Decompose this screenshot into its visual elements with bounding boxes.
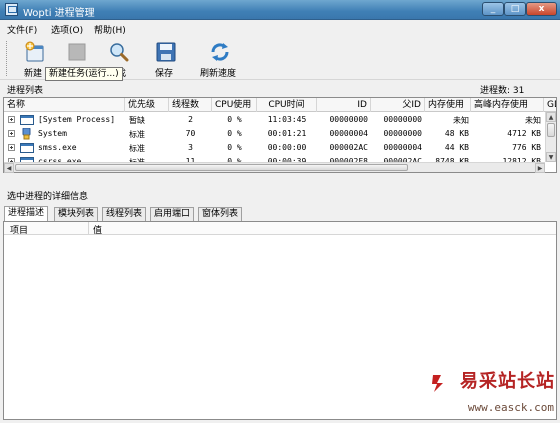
cell-cpu-time: 11:03:45 [267,115,307,124]
process-window-icon [20,115,34,125]
col-value[interactable]: 值 [93,223,102,236]
tab-process-description[interactable]: 进程描述 [4,206,49,222]
cell-threads: 2 [188,115,193,124]
system-process-icon [22,128,31,140]
close-button[interactable]: x [526,2,557,16]
vertical-scrollbar[interactable]: ▲ ▼ [545,112,556,162]
expand-icon[interactable] [8,116,15,123]
col-priority[interactable]: 优先级 [125,98,169,112]
tab-thread-list[interactable]: 线程列表 [102,207,147,221]
cell-mem: 44 KB [444,143,469,152]
cell-cpu: 0 % [227,115,242,124]
cell-name: smss.exe [38,143,77,152]
cell-mem: 48 KB [444,129,469,138]
menu-file[interactable]: 文件(F) [7,23,37,36]
col-gdi[interactable]: GD [544,98,556,112]
cell-peak-mem: 4712 KB [507,129,541,138]
col-name[interactable]: 名称 [4,98,125,112]
col-parent-id[interactable]: 父ID [371,98,425,112]
cell-threads: 70 [185,129,196,138]
process-window-icon [20,143,34,153]
toolbar: 新建 结束 查找 保存 刷新速度 新建任务(运行...) [0,37,560,81]
cell-id: 00000004 [329,129,368,138]
refresh-speed-label: 刷新速度 [199,69,236,79]
expand-icon[interactable] [8,130,15,137]
refresh-speed-button[interactable]: 刷新速度 [199,39,237,79]
maximize-button[interactable]: □ [504,2,526,16]
expand-icon[interactable] [8,144,15,151]
col-peak-mem[interactable]: 高峰内存使用 [471,98,544,112]
col-cpu[interactable]: CPU使用 [212,98,257,112]
cell-parent-id: 00000000 [383,129,422,138]
scroll-up-arrow[interactable]: ▲ [546,112,556,122]
table-row[interactable]: smss.exe 标准 3 0 % 00:00:00 000002AC 0000… [4,141,544,155]
cell-peak-mem: 未知 [525,116,541,125]
scroll-down-arrow[interactable]: ▼ [546,152,556,162]
window-title: Wopti 进程管理 [23,8,95,19]
cell-parent-id: 00000000 [383,115,422,124]
title-bar: Wopti 进程管理 _ □ x [0,0,560,20]
col-mem[interactable]: 内存使用 [425,98,471,112]
details-title: 选中进程的详细信息 [7,192,89,202]
watermark: 易采站长站 www.easck.com [431,365,558,421]
cell-threads: 3 [188,143,193,152]
horizontal-scrollbar[interactable]: ◀ ▶ [4,162,545,173]
cell-cpu: 0 % [227,129,242,138]
save-label: 保存 [154,69,173,79]
scroll-left-arrow[interactable]: ◀ [4,163,14,173]
tab-open-ports[interactable]: 启用端口 [150,207,195,221]
refresh-icon [211,43,229,61]
cell-name: System [38,129,67,138]
save-icon [156,42,176,62]
cell-id: 000002AC [329,143,368,152]
tab-window-list[interactable]: 窗体列表 [198,207,243,221]
column-divider[interactable] [88,222,89,235]
end-task-icon [68,43,86,61]
cell-priority: 暂缺 [129,116,145,125]
table-row[interactable]: System 标准 70 0 % 00:01:21 00000004 00000… [4,127,544,141]
search-icon [110,43,129,62]
scroll-right-arrow[interactable]: ▶ [535,163,545,173]
process-count: 进程数: 31 [480,86,525,96]
process-table-header: 名称 优先级 线程数 CPU使用 CPU时间 ID 父ID 内存使用 高峰内存使… [4,98,556,112]
app-icon [5,3,18,16]
detail-tabs: 进程描述 模块列表 线程列表 启用端口 窗体列表 [3,206,557,222]
process-list-title: 进程列表 [7,86,44,96]
details-header: 选中进程的详细信息 [0,187,560,202]
process-table[interactable]: 名称 优先级 线程数 CPU使用 CPU时间 ID 父ID 内存使用 高峰内存使… [3,97,557,173]
cell-peak-mem: 776 KB [512,143,541,152]
watermark-text: 易采站长站 [460,371,555,392]
cell-priority: 标准 [129,130,145,139]
watermark-url: www.easck.com [467,401,554,414]
new-task-icon [25,41,44,62]
cell-parent-id: 00000004 [383,143,422,152]
watermark-logo-icon [432,375,443,392]
vertical-scroll-thumb[interactable] [547,123,555,137]
menu-bar: 文件(F) 选项(O) 帮助(H) [0,21,560,37]
cell-priority: 标准 [129,144,145,153]
cell-mem: 未知 [453,116,469,125]
cell-name: [System Process] [38,115,116,124]
save-button[interactable]: 保存 [145,39,183,79]
horizontal-scroll-thumb[interactable] [15,164,408,171]
cell-cpu-time: 00:01:21 [267,129,307,138]
process-list-header: 进程列表 进程数: 31 [0,81,560,96]
col-item[interactable]: 项目 [10,223,28,236]
col-threads[interactable]: 线程数 [169,98,212,112]
details-table-header: 项目 值 [4,222,556,236]
col-cpu-time[interactable]: CPU时间 [257,98,317,112]
menu-options[interactable]: 选项(O) [51,23,83,36]
cell-id: 00000000 [329,115,368,124]
tab-module-list[interactable]: 模块列表 [54,207,99,221]
menu-help[interactable]: 帮助(H) [94,23,126,36]
table-row[interactable]: [System Process] 暂缺 2 0 % 11:03:45 00000… [4,113,544,127]
col-id[interactable]: ID [317,98,371,112]
tooltip: 新建任务(运行...) [45,67,123,81]
minimize-button[interactable]: _ [482,2,504,16]
cell-cpu: 0 % [227,143,242,152]
cell-cpu-time: 00:00:00 [267,143,307,152]
